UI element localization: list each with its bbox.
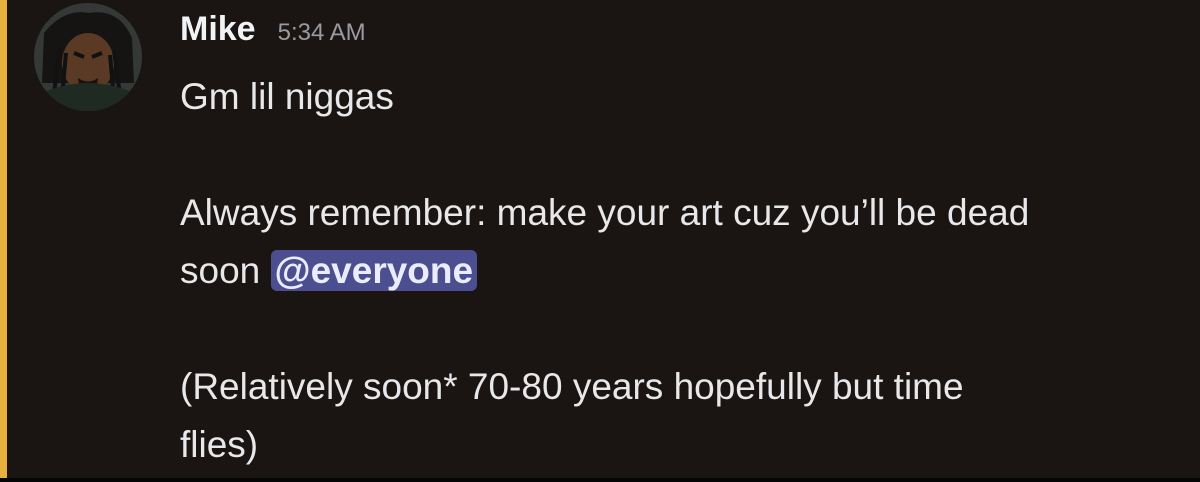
username[interactable]: Mike — [180, 10, 256, 49]
message-content: Gm lil niggas Always remember: make your… — [180, 68, 1180, 474]
message-line: (Relatively soon* 70-80 years hopefully … — [180, 366, 964, 407]
timestamp[interactable]: 5:34 AM — [278, 19, 366, 47]
mention-highlight-bar — [0, 0, 7, 478]
message-text: soon — [180, 250, 271, 291]
avatar-image — [34, 3, 142, 111]
message-line: Always remember: make your art cuz you’l… — [180, 192, 1030, 233]
avatar[interactable] — [34, 3, 142, 111]
message-line: Gm lil niggas — [180, 76, 394, 117]
everyone-mention[interactable]: @everyone — [270, 250, 478, 291]
message-line: soon @everyone — [180, 242, 1180, 300]
bottom-divider — [0, 478, 1200, 482]
message-line: flies) — [180, 424, 259, 465]
chat-message: Mike 5:34 AM Gm lil niggas Always rememb… — [0, 0, 1200, 482]
message-header: Mike 5:34 AM — [180, 10, 366, 54]
